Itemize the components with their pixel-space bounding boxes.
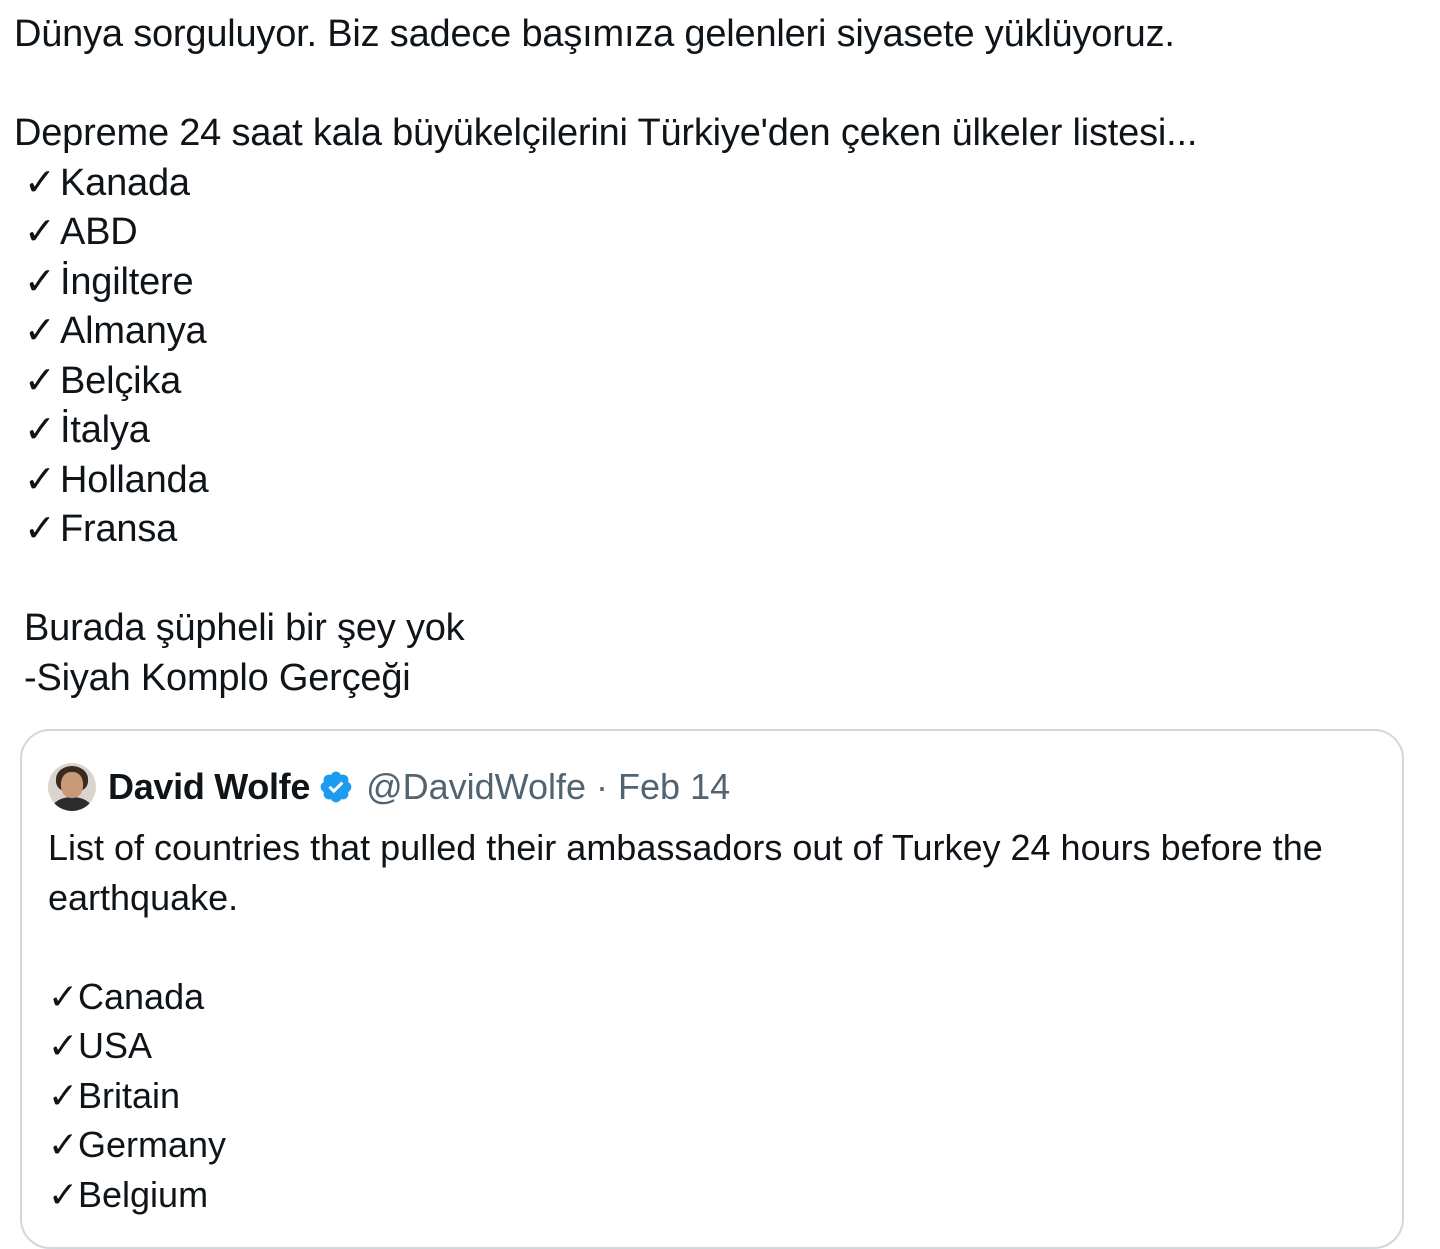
country-name: USA [78, 1025, 153, 1066]
separator-dot: · [596, 766, 609, 807]
avatar[interactable] [48, 763, 96, 811]
country-name: Kanada [60, 161, 190, 204]
check-icon: ✓ [24, 211, 56, 253]
author-handle[interactable]: @DavidWolfe [366, 766, 586, 808]
check-icon: ✓ [24, 458, 56, 501]
country-name: Canada [78, 975, 205, 1017]
check-icon: ✓ [48, 1173, 79, 1215]
quoted-tweet-header: David Wolfe @DavidWolfe · Feb 14 [48, 761, 730, 813]
list-item: ✓Canada [48, 972, 1368, 1022]
country-name: Britain [78, 1074, 181, 1116]
list-item: ✓ İngiltere [14, 258, 1424, 308]
check-icon: ✓ [24, 310, 56, 352]
verified-badge-icon [318, 769, 354, 805]
tweet-line-1: Dünya sorguluyor. Biz sadece başımıza ge… [14, 13, 1175, 55]
check-icon: ✓ [48, 1025, 79, 1066]
check-icon: ✓ [24, 359, 56, 402]
country-name: Belgium [78, 1173, 209, 1215]
check-icon: ✓ [24, 409, 56, 451]
list-item: ✓Belgium [48, 1170, 1368, 1220]
country-name: Belçika [60, 359, 182, 402]
country-name: ABD [60, 211, 138, 253]
check-icon: ✓ [24, 161, 56, 204]
tweet-text: Dünya sorguluyor. Biz sadece başımıza ge… [14, 10, 1424, 703]
check-icon: ✓ [24, 508, 56, 550]
list-item: ✓USA [48, 1021, 1368, 1071]
quoted-tweet-body: List of countries that pulled their amba… [48, 827, 1323, 918]
list-item: ✓ ABD [14, 208, 1424, 258]
check-icon: ✓ [48, 1074, 79, 1116]
closing-line-2: -Siyah Komplo Gerçeği [24, 656, 411, 699]
check-icon: ✓ [24, 260, 56, 303]
tweet-date[interactable]: Feb 14 [618, 766, 730, 808]
closing-line-1: Burada şüpheli bir şey yok [24, 607, 465, 649]
country-name: İtalya [60, 409, 150, 451]
quoted-tweet-card[interactable]: David Wolfe @DavidWolfe · Feb 14 List of… [20, 729, 1404, 1249]
country-name: Germany [78, 1124, 227, 1165]
list-item: ✓ Kanada [14, 159, 1424, 209]
list-item: ✓Germany [48, 1120, 1368, 1170]
list-item: ✓ Hollanda [14, 456, 1424, 506]
tweet-line-2: Depreme 24 saat kala büyükelçilerini Tür… [14, 112, 1198, 154]
list-item: ✓ Almanya [14, 307, 1424, 357]
country-name: Almanya [60, 310, 207, 352]
list-item: ✓ Fransa [14, 505, 1424, 555]
author-name[interactable]: David Wolfe [108, 766, 310, 808]
list-item: ✓ İtalya [14, 406, 1424, 456]
list-item: ✓Britain [48, 1071, 1368, 1121]
country-name: Hollanda [60, 458, 209, 501]
country-name: Fransa [60, 508, 178, 550]
check-icon: ✓ [48, 975, 79, 1017]
list-item: ✓ Belçika [14, 357, 1424, 407]
country-name: İngiltere [60, 260, 194, 303]
quoted-tweet-text: List of countries that pulled their amba… [48, 823, 1368, 1219]
check-icon: ✓ [48, 1124, 79, 1165]
